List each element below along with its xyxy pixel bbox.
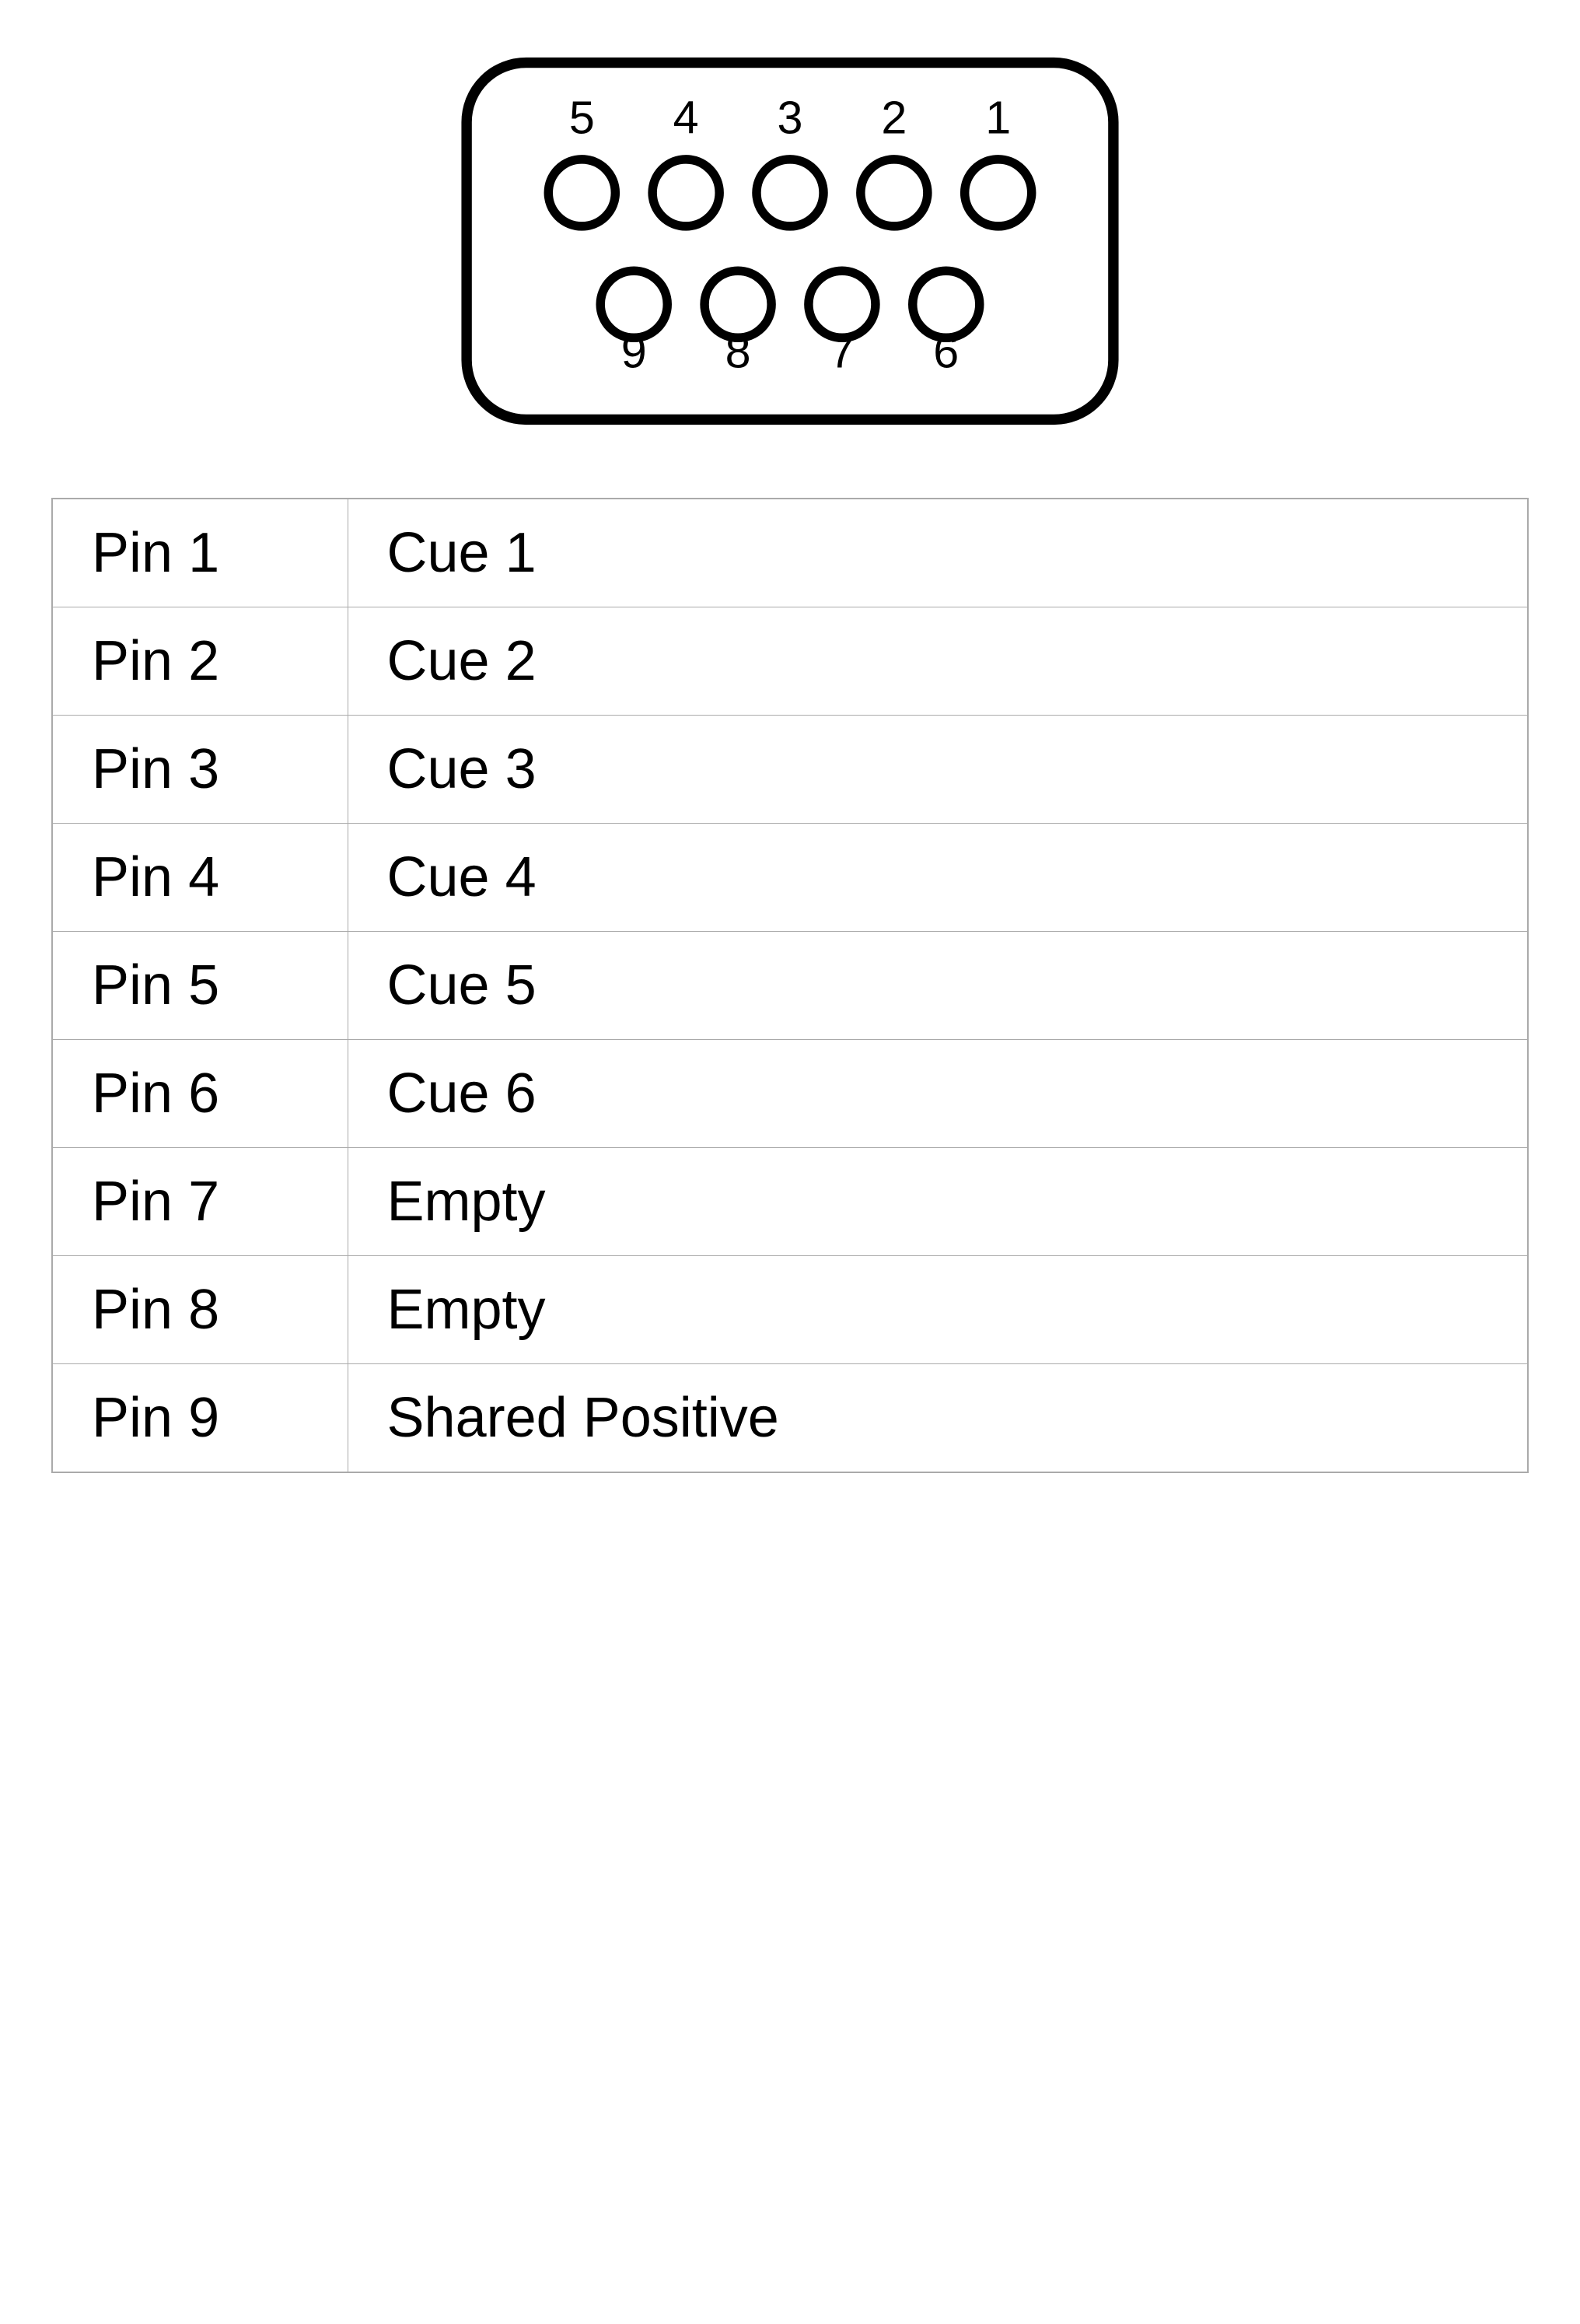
pin-description: Empty [348, 1148, 1528, 1256]
svg-text:5: 5 [569, 91, 595, 143]
svg-text:9: 9 [621, 326, 647, 378]
table-row: Pin 8Empty [52, 1256, 1528, 1364]
pin-description: Cue 1 [348, 499, 1528, 607]
pin-description: Cue 5 [348, 932, 1528, 1040]
pin-label: Pin 3 [52, 716, 348, 824]
table-row: Pin 2Cue 2 [52, 607, 1528, 716]
pin-label: Pin 6 [52, 1040, 348, 1148]
pin-label: Pin 9 [52, 1364, 348, 1473]
connector-diagram: 5 4 3 2 1 9 8 7 6 [452, 47, 1128, 436]
pin-description: Cue 6 [348, 1040, 1528, 1148]
svg-text:1: 1 [985, 91, 1011, 143]
pin-label: Pin 5 [52, 932, 348, 1040]
svg-text:2: 2 [881, 91, 907, 143]
svg-text:7: 7 [829, 326, 855, 378]
pin-label: Pin 7 [52, 1148, 348, 1256]
svg-text:3: 3 [778, 91, 803, 143]
pin-label: Pin 8 [52, 1256, 348, 1364]
table-row: Pin 3Cue 3 [52, 716, 1528, 824]
svg-text:8: 8 [725, 326, 751, 378]
table-row: Pin 6Cue 6 [52, 1040, 1528, 1148]
connector-svg: 5 4 3 2 1 9 8 7 6 [452, 47, 1128, 436]
pin-description: Cue 3 [348, 716, 1528, 824]
pin-description: Shared Positive [348, 1364, 1528, 1473]
table-row: Pin 1Cue 1 [52, 499, 1528, 607]
pin-table: Pin 1Cue 1Pin 2Cue 2Pin 3Cue 3Pin 4Cue 4… [51, 498, 1529, 1473]
pin-description: Cue 2 [348, 607, 1528, 716]
table-row: Pin 7Empty [52, 1148, 1528, 1256]
table-row: Pin 4Cue 4 [52, 824, 1528, 932]
table-row: Pin 5Cue 5 [52, 932, 1528, 1040]
pin-description: Empty [348, 1256, 1528, 1364]
svg-text:6: 6 [933, 326, 959, 378]
svg-text:4: 4 [673, 91, 699, 143]
pin-label: Pin 2 [52, 607, 348, 716]
pin-description: Cue 4 [348, 824, 1528, 932]
pin-label: Pin 4 [52, 824, 348, 932]
table-row: Pin 9Shared Positive [52, 1364, 1528, 1473]
pin-label: Pin 1 [52, 499, 348, 607]
